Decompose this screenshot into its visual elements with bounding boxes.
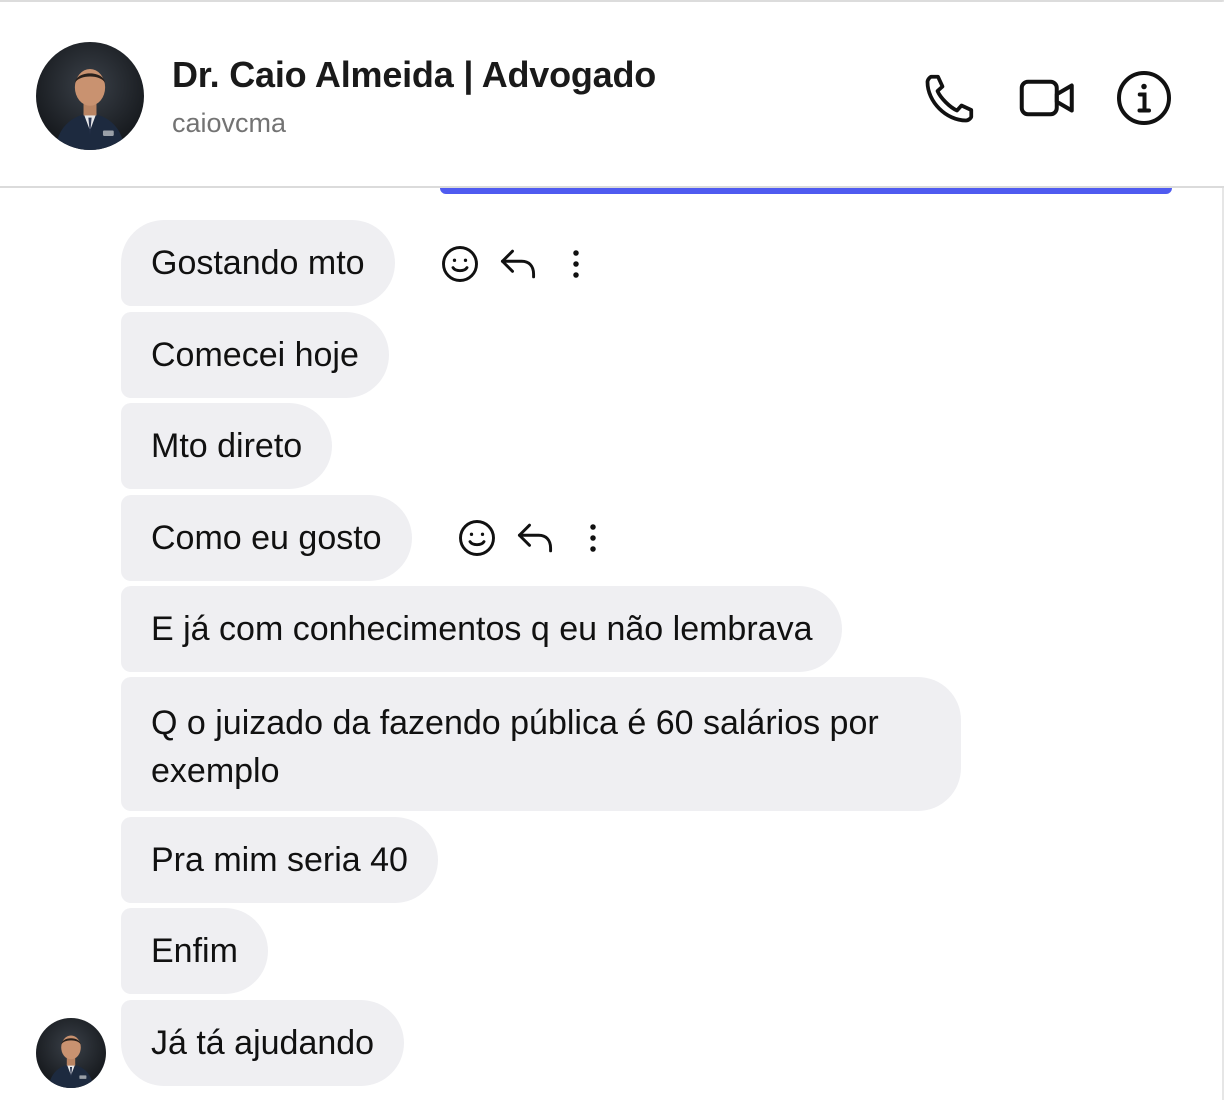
- message-bubble[interactable]: Pra mim seria 40: [121, 817, 438, 903]
- reply-arrow-icon[interactable]: [513, 516, 557, 560]
- reply-arrow-icon[interactable]: [496, 242, 540, 286]
- phone-icon[interactable]: [920, 68, 980, 128]
- active-message-indicator: [440, 188, 1172, 194]
- message-actions: [455, 516, 629, 560]
- message-bubble[interactable]: Como eu gosto: [121, 495, 412, 581]
- chat-window: Dr. Caio Almeida | Advogado caiovcma Gos…: [0, 0, 1224, 1100]
- info-icon[interactable]: [1114, 68, 1174, 128]
- contact-username: caiovcma: [172, 108, 287, 138]
- smiley-react-icon[interactable]: [455, 516, 499, 560]
- smiley-react-icon[interactable]: [438, 242, 482, 286]
- contact-avatar[interactable]: [36, 42, 144, 150]
- sender-photo: [36, 1018, 106, 1088]
- message-bubble[interactable]: Gostando mto: [121, 220, 395, 306]
- message-bubble[interactable]: Mto direto: [121, 403, 333, 489]
- sender-avatar[interactable]: [36, 1018, 106, 1088]
- message-bubble[interactable]: Já tá ajudando: [121, 1000, 405, 1086]
- message-bubble[interactable]: Comecei hoje: [121, 312, 389, 398]
- video-camera-icon[interactable]: [1018, 68, 1078, 128]
- contact-photo: [36, 42, 144, 150]
- message-actions: [438, 242, 612, 286]
- message-bubble[interactable]: Enfim: [121, 908, 268, 994]
- contact-name[interactable]: Dr. Caio Almeida | Advogado: [172, 54, 656, 96]
- message-bubble[interactable]: E já com conhecimentos q eu não lembrava: [121, 586, 843, 672]
- message-bubble[interactable]: Q o juizado da fazendo pública é 60 salá…: [121, 677, 961, 811]
- chat-header: Dr. Caio Almeida | Advogado caiovcma: [0, 2, 1224, 188]
- more-options-icon[interactable]: [571, 516, 615, 560]
- more-options-icon[interactable]: [554, 242, 598, 286]
